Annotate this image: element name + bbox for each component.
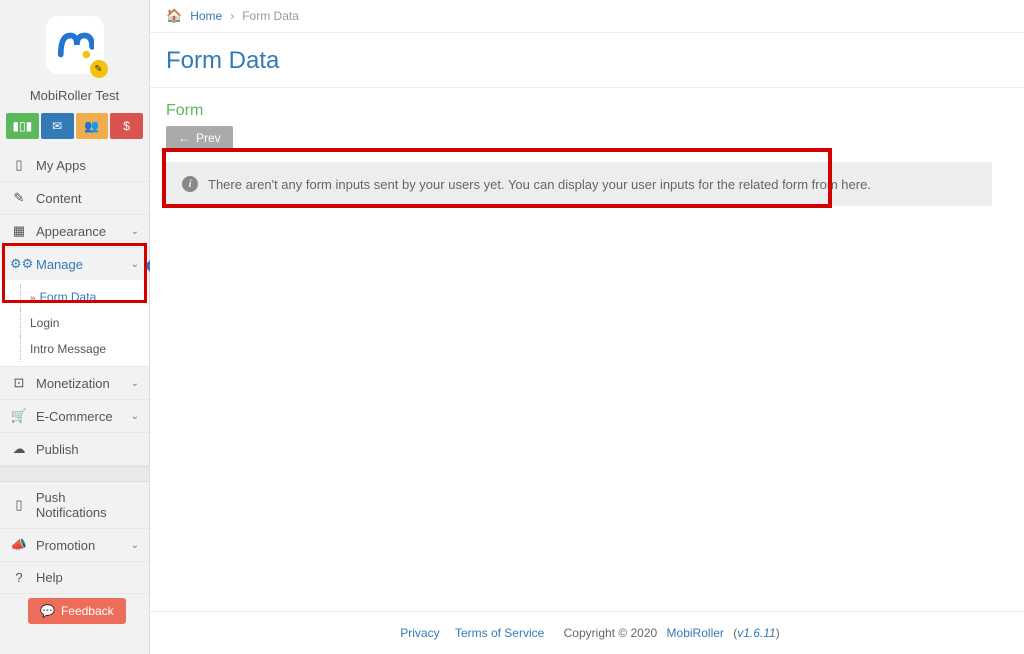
nav-label: My Apps: [36, 158, 86, 173]
phone-icon: ▯: [10, 497, 28, 513]
arrow-left-icon: ←: [178, 131, 190, 145]
edit-logo-icon[interactable]: ✎: [90, 60, 108, 78]
crumb-home[interactable]: Home: [190, 9, 222, 23]
nav-promotion[interactable]: 📣 Promotion ⌄: [0, 529, 149, 561]
page-title: Form Data: [150, 33, 1024, 88]
nav-formdata[interactable]: » Form Data: [0, 284, 149, 310]
nav-manage[interactable]: ⚙⚙ Manage ⌄: [0, 248, 149, 280]
nav-label: E-Commerce: [36, 409, 113, 424]
gears-icon: ⚙⚙: [10, 256, 28, 272]
nav-label: Intro Message: [30, 342, 106, 356]
chevron-down-icon: ⌄: [131, 259, 139, 270]
cart-icon: 🛒: [10, 408, 28, 424]
feedback-label: Feedback: [61, 604, 114, 618]
nav-label: Push Notifications: [36, 490, 139, 520]
nav-ecommerce[interactable]: 🛒 E-Commerce ⌄: [0, 400, 149, 432]
section-title: Form: [150, 88, 1024, 126]
crumb-current: Form Data: [242, 9, 299, 23]
app-logo[interactable]: ✎: [46, 16, 104, 74]
chevron-down-icon: ⌄: [131, 378, 139, 389]
breadcrumb: 🏠 Home › Form Data: [150, 0, 1024, 33]
main: 🏠 Home › Form Data Form Data Form ← Prev…: [150, 0, 1024, 654]
nav-label: Publish: [36, 442, 79, 457]
info-message: There aren't any form inputs sent by you…: [208, 177, 871, 192]
chevron-down-icon: ⌄: [131, 411, 139, 422]
nav-label: Manage: [36, 257, 83, 272]
arrow-right-icon: »: [30, 293, 36, 304]
info-box: i There aren't any form inputs sent by y…: [166, 162, 992, 206]
footer-privacy[interactable]: Privacy: [400, 626, 439, 640]
prev-button[interactable]: ← Prev: [166, 126, 233, 150]
feedback-button[interactable]: 💬 Feedback: [28, 598, 126, 624]
money-icon: ⊡: [10, 375, 28, 391]
chat-icon: 💬: [40, 604, 55, 618]
bar-chart-icon: ▮▯▮: [12, 119, 32, 133]
footer-version: v1.6.11: [737, 626, 775, 640]
chevron-down-icon: ⌄: [131, 540, 139, 551]
mail-icon: ✉: [52, 119, 62, 133]
nav-label: Help: [36, 570, 63, 585]
nav-publish[interactable]: ☁ Publish: [0, 433, 149, 465]
crumb-sep: ›: [230, 9, 234, 23]
nav-divider: [0, 466, 149, 482]
sidebar: ✎ MobiRoller Test ▮▯▮ ✉ 👥 $ ▯ My Apps ✎ Co…: [0, 0, 150, 654]
question-icon: ?: [10, 570, 28, 585]
edit-icon: ✎: [10, 190, 28, 206]
prev-label: Prev: [196, 131, 221, 145]
app-name: MobiRoller Test: [0, 82, 149, 113]
nav-myapps[interactable]: ▯ My Apps: [0, 149, 149, 181]
quick-action-row: ▮▯▮ ✉ 👥 $: [0, 113, 149, 149]
footer-copy: Copyright © 2020: [564, 626, 661, 640]
dollar-icon: $: [123, 119, 130, 133]
info-icon: i: [182, 176, 198, 192]
footer-brand[interactable]: MobiRoller: [667, 626, 724, 640]
footer-tos[interactable]: Terms of Service: [455, 626, 544, 640]
nav-help[interactable]: ? Help: [0, 562, 149, 593]
nav-content[interactable]: ✎ Content: [0, 182, 149, 214]
nav-label: Content: [36, 191, 82, 206]
nav-intro[interactable]: Intro Message: [0, 336, 149, 362]
mobiroller-logo-icon: [56, 26, 94, 64]
nav: ▯ My Apps ✎ Content ▦ Appearance ⌄ ⚙⚙ Manage ⌄…: [0, 149, 149, 466]
phone-icon: ▯: [10, 157, 28, 173]
chevron-down-icon: ⌄: [131, 226, 139, 237]
nav-label: Form Data: [40, 290, 97, 304]
nav-label: Promotion: [36, 538, 95, 553]
mail-button[interactable]: ✉: [41, 113, 74, 139]
logo-wrap: ✎: [0, 0, 149, 82]
nav-secondary: ▯ Push Notifications 📣 Promotion ⌄ ? Help: [0, 482, 149, 594]
info-box-wrap: i There aren't any form inputs sent by y…: [166, 162, 1008, 206]
nav-monetization[interactable]: ⊡ Monetization ⌄: [0, 367, 149, 399]
nav-label: Login: [30, 316, 59, 330]
footer: Privacy Terms of Service Copyright © 202…: [150, 611, 1024, 654]
stats-button[interactable]: ▮▯▮: [6, 113, 39, 139]
nav-appearance[interactable]: ▦ Appearance ⌄: [0, 215, 149, 247]
users-button[interactable]: 👥: [76, 113, 109, 139]
grid-icon: ▦: [10, 223, 28, 239]
nav-login[interactable]: Login: [0, 310, 149, 336]
cloud-icon: ☁: [10, 441, 28, 457]
dollar-button[interactable]: $: [110, 113, 143, 139]
nav-manage-sub: » Form Data Login Intro Message: [0, 280, 149, 366]
megaphone-icon: 📣: [10, 537, 28, 553]
nav-label: Appearance: [36, 224, 106, 239]
users-icon: 👥: [84, 119, 99, 133]
footer-ver-close: ): [776, 626, 780, 640]
nav-label: Monetization: [36, 376, 110, 391]
home-icon: 🏠: [166, 8, 182, 24]
nav-push[interactable]: ▯ Push Notifications: [0, 482, 149, 528]
